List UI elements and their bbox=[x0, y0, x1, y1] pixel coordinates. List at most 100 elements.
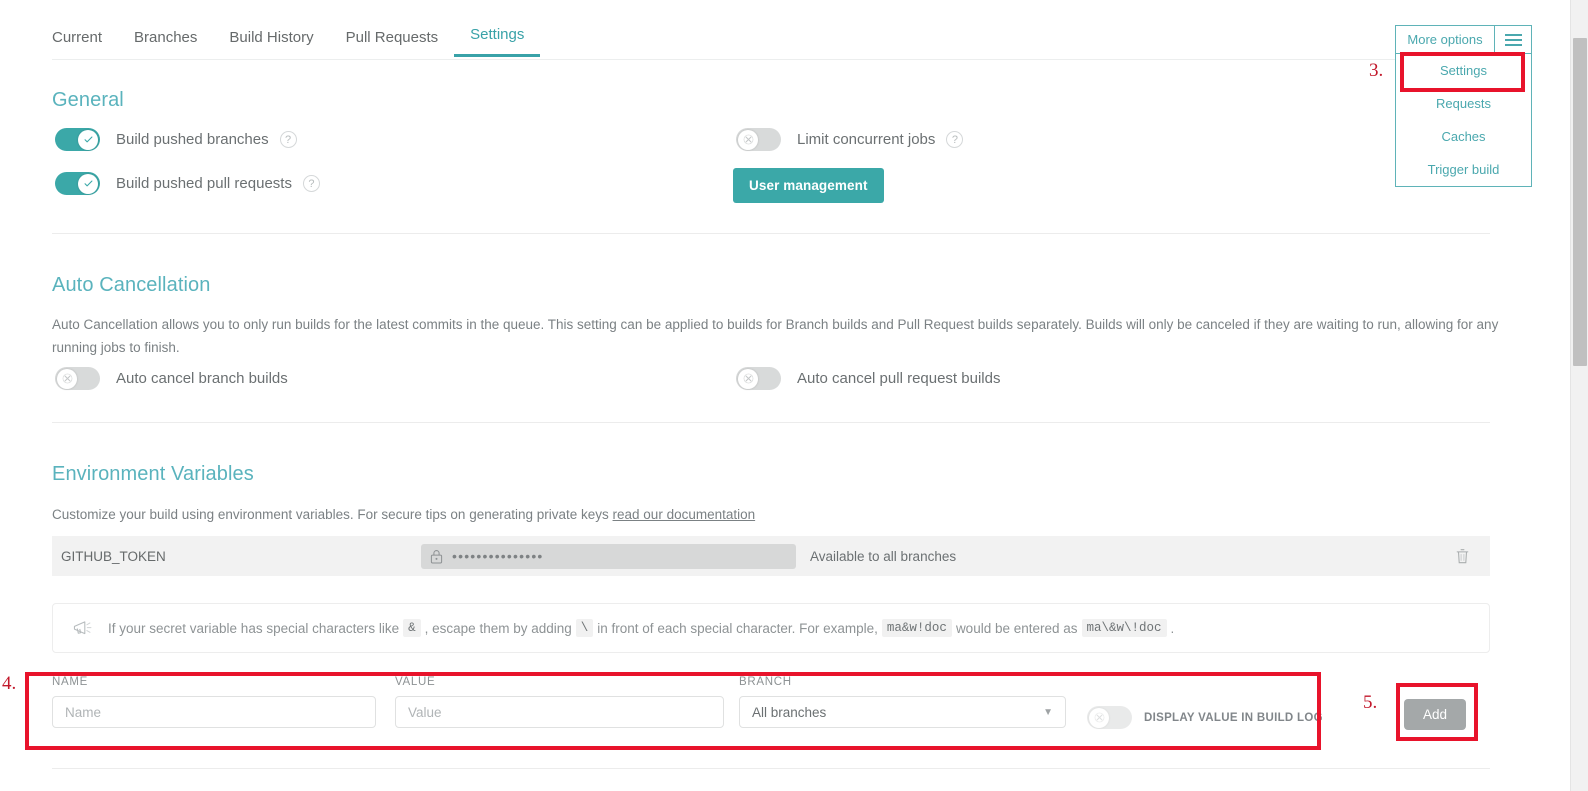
env-var-secret-value: ••••••••••••••• bbox=[421, 543, 796, 569]
divider-auto-cancellation bbox=[52, 422, 1490, 423]
tab-settings[interactable]: Settings bbox=[454, 26, 541, 57]
notice-code-ampersand: & bbox=[403, 619, 421, 637]
toggle-knob bbox=[1089, 707, 1109, 728]
tab-pull-requests[interactable]: Pull Requests bbox=[330, 29, 455, 57]
notice-code-example-escaped: ma\&w\!doc bbox=[1081, 619, 1167, 637]
notice-code-backslash: \ bbox=[575, 619, 594, 637]
notice-part1: If your secret variable has special char… bbox=[108, 620, 400, 636]
user-management-button[interactable]: User management bbox=[733, 168, 884, 203]
notice-code-example-input: ma&w!doc bbox=[881, 619, 952, 637]
auto-cancellation-description: Auto Cancellation allows you to only run… bbox=[52, 313, 1522, 359]
option-label: Build pushed pull requests bbox=[116, 175, 292, 192]
branch-select-value: All branches bbox=[752, 704, 827, 720]
help-icon-limit-concurrent-jobs[interactable]: ? bbox=[946, 131, 964, 148]
toggle-knob bbox=[78, 129, 98, 150]
option-label: Auto cancel branch builds bbox=[116, 370, 288, 387]
name-input[interactable] bbox=[52, 696, 376, 728]
notice-part2: , escape them by adding bbox=[424, 620, 572, 636]
env-desc-text: Customize your build using environment v… bbox=[52, 507, 613, 522]
help-icon-build-pushed-pull-requests[interactable]: ? bbox=[302, 175, 320, 192]
toggle-display-value-in-build-log[interactable] bbox=[1087, 706, 1132, 729]
branch-field-label: BRANCH bbox=[739, 676, 792, 688]
notice-part5: . bbox=[1170, 620, 1175, 636]
read-our-documentation-link[interactable]: read our documentation bbox=[613, 507, 756, 522]
more-options-panel: More options Settings Requests Caches Tr… bbox=[1395, 25, 1532, 187]
option-label: Build pushed branches bbox=[116, 131, 269, 148]
toggle-knob bbox=[57, 368, 77, 389]
toggle-knob bbox=[738, 368, 758, 389]
option-label: Auto cancel pull request builds bbox=[797, 370, 1001, 387]
divider-general bbox=[52, 233, 1490, 234]
more-options-item-requests[interactable]: Requests bbox=[1396, 87, 1531, 120]
cross-icon bbox=[743, 134, 753, 145]
env-var-branch-scope: Available to all branches bbox=[810, 548, 957, 564]
name-field-label: NAME bbox=[52, 676, 89, 688]
megaphone-icon bbox=[73, 621, 92, 635]
value-field-group: VALUE bbox=[395, 676, 724, 728]
value-field-label: VALUE bbox=[395, 676, 436, 688]
toggle-build-pushed-branches[interactable] bbox=[55, 128, 100, 151]
option-label: Limit concurrent jobs bbox=[797, 131, 936, 148]
lock-icon bbox=[430, 549, 443, 564]
display-value-label: DISPLAY VALUE IN BUILD LOG bbox=[1144, 712, 1323, 724]
settings-page: Current Branches Build History Pull Requ… bbox=[0, 0, 1588, 791]
main-tabbar: Current Branches Build History Pull Requ… bbox=[52, 26, 541, 57]
notice-text: If your secret variable has special char… bbox=[108, 619, 1174, 637]
hamburger-menu-icon[interactable] bbox=[1494, 26, 1531, 53]
chevron-down-icon: ▼ bbox=[1043, 706, 1053, 718]
cross-icon bbox=[743, 373, 753, 384]
tabbar-divider bbox=[52, 59, 1490, 60]
trash-icon bbox=[1456, 549, 1469, 564]
env-var-masked-dots: ••••••••••••••• bbox=[452, 548, 544, 564]
page-content: Current Branches Build History Pull Requ… bbox=[0, 0, 1542, 791]
more-options-item-caches[interactable]: Caches bbox=[1396, 120, 1531, 153]
more-options-item-settings[interactable]: Settings bbox=[1396, 54, 1531, 87]
toggle-auto-cancel-pull-request-builds[interactable] bbox=[736, 367, 781, 390]
tab-build-history[interactable]: Build History bbox=[213, 29, 329, 57]
annotation-number-5: 5. bbox=[1363, 692, 1378, 713]
toggle-knob bbox=[738, 129, 758, 150]
special-characters-notice: If your secret variable has special char… bbox=[52, 603, 1490, 653]
branch-field-group: BRANCH All branches ▼ bbox=[739, 676, 1066, 728]
annotation-number-3: 3. bbox=[1369, 60, 1384, 81]
name-field-group: NAME bbox=[52, 676, 376, 728]
divider-bottom bbox=[52, 768, 1490, 769]
cross-icon bbox=[1094, 712, 1104, 723]
auto-cancellation-description-line2: to finish. bbox=[129, 340, 180, 355]
option-auto-cancel-branch-builds: Auto cancel branch builds bbox=[55, 367, 288, 390]
toggle-limit-concurrent-jobs[interactable] bbox=[736, 128, 781, 151]
vertical-scrollbar[interactable] bbox=[1570, 0, 1588, 791]
toggle-auto-cancel-branch-builds[interactable] bbox=[55, 367, 100, 390]
check-icon bbox=[84, 180, 92, 187]
option-auto-cancel-pull-request-builds: Auto cancel pull request builds bbox=[736, 367, 1000, 390]
environment-variables-description: Customize your build using environment v… bbox=[52, 503, 1052, 526]
toggle-knob bbox=[78, 173, 98, 194]
more-options-title[interactable]: More options bbox=[1396, 26, 1494, 53]
cross-icon bbox=[62, 373, 72, 384]
option-build-pushed-pull-requests: Build pushed pull requests ? bbox=[55, 172, 320, 195]
more-options-item-trigger-build[interactable]: Trigger build bbox=[1396, 153, 1531, 186]
display-value-toggle-group bbox=[1087, 706, 1132, 729]
value-input[interactable] bbox=[395, 696, 724, 728]
annotation-number-4: 4. bbox=[2, 673, 17, 694]
env-var-delete-button[interactable] bbox=[1455, 548, 1470, 565]
tab-branches[interactable]: Branches bbox=[118, 29, 213, 57]
scrollbar-thumb[interactable] bbox=[1573, 38, 1587, 366]
env-var-row: GITHUB_TOKEN ••••••••••••••• Available t… bbox=[52, 536, 1490, 576]
add-button[interactable]: Add bbox=[1404, 699, 1467, 730]
option-build-pushed-branches: Build pushed branches ? bbox=[55, 128, 297, 151]
option-limit-concurrent-jobs: Limit concurrent jobs ? bbox=[736, 128, 964, 151]
toggle-build-pushed-pull-requests[interactable] bbox=[55, 172, 100, 195]
general-section-title: General bbox=[52, 89, 124, 111]
tab-current[interactable]: Current bbox=[52, 29, 118, 57]
auto-cancellation-description-line1: Auto Cancellation allows you to only run… bbox=[52, 317, 1499, 355]
add-env-var-form: NAME VALUE BRANCH All branches ▼ bbox=[32, 672, 1324, 750]
auto-cancellation-section-title: Auto Cancellation bbox=[52, 274, 211, 296]
help-icon-build-pushed-branches[interactable]: ? bbox=[279, 131, 297, 148]
branch-select[interactable]: All branches ▼ bbox=[739, 696, 1066, 728]
env-var-name: GITHUB_TOKEN bbox=[61, 548, 166, 564]
notice-part4: would be entered as bbox=[955, 620, 1078, 636]
notice-part3: in front of each special character. For … bbox=[597, 620, 878, 636]
more-options-header: More options bbox=[1396, 26, 1531, 54]
check-icon bbox=[84, 136, 92, 143]
